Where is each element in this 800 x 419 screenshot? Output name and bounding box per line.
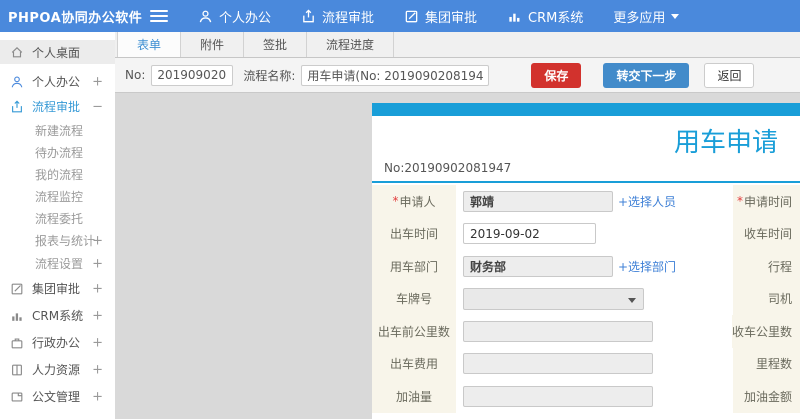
sidebar-item-crm[interactable]: CRM系统 + bbox=[0, 302, 115, 329]
home-icon bbox=[10, 45, 24, 59]
required-mark: * bbox=[392, 194, 399, 209]
book-icon bbox=[10, 363, 24, 377]
no-label: No: bbox=[125, 68, 146, 82]
flow-icon bbox=[10, 100, 24, 114]
applicant-input[interactable] bbox=[463, 190, 613, 212]
apply-time-label: * 申请时间 bbox=[733, 185, 800, 218]
sidebar-item-flow-delegate[interactable]: 流程委托 bbox=[0, 207, 115, 229]
forward-next-step-button[interactable]: 转交下一步 bbox=[603, 62, 690, 88]
trip-cost-label: 出车费用 bbox=[372, 347, 456, 380]
sidebar-item-report-stats[interactable]: 报表与统计 + bbox=[0, 229, 115, 252]
end-mileage-label: 收车公里数 bbox=[731, 315, 800, 348]
fuel-amount-label: 加油量 bbox=[372, 380, 456, 413]
tab-bar: 表单 附件 签批 流程进度 bbox=[115, 32, 800, 58]
nav-group-approval[interactable]: 集团审批 bbox=[404, 7, 477, 26]
expand-icon[interactable]: + bbox=[92, 282, 103, 295]
depart-time-label: 出车时间 bbox=[372, 217, 456, 250]
driver-label: 司机 bbox=[733, 282, 800, 315]
caret-down-icon bbox=[628, 297, 636, 303]
expand-icon[interactable]: + bbox=[92, 75, 103, 88]
form-no-text: No:20190902081947 bbox=[384, 161, 512, 175]
document-icon bbox=[10, 390, 24, 404]
applicant-label: * 申请人 bbox=[372, 185, 456, 218]
start-mileage-input[interactable] bbox=[462, 320, 653, 342]
briefcase-icon bbox=[10, 336, 24, 350]
sidebar-item-group-approval[interactable]: 集团审批 + bbox=[0, 275, 115, 302]
form-row: 出车时间 收车时间 bbox=[372, 217, 800, 250]
depart-time-input[interactable] bbox=[463, 223, 596, 245]
form-header-strip bbox=[372, 103, 800, 116]
user-icon bbox=[10, 75, 24, 89]
sidebar-item-desktop[interactable]: 个人桌面 bbox=[0, 40, 115, 64]
department-input[interactable] bbox=[463, 255, 613, 277]
expand-icon[interactable]: + bbox=[92, 336, 103, 349]
sidebar-item-flow-monitor[interactable]: 流程监控 bbox=[0, 185, 115, 207]
menu-icon[interactable] bbox=[150, 10, 168, 22]
tab-form[interactable]: 表单 bbox=[117, 32, 182, 57]
sidebar-item-new-flow[interactable]: 新建流程 bbox=[0, 119, 115, 141]
sidebar: 个人桌面 个人办公 + 流程审批 − 新建流程 待办流程 我的流程 流程监控 流… bbox=[0, 32, 115, 419]
expand-icon[interactable]: + bbox=[92, 257, 103, 270]
form-row: 加油量 加油金额 bbox=[372, 380, 800, 413]
sidebar-item-workflow[interactable]: 流程审批 − bbox=[0, 94, 115, 119]
form-title: 用车申请 bbox=[674, 128, 779, 158]
form-row: 用车部门 +选择部门 行程 bbox=[372, 250, 800, 283]
flow-icon bbox=[301, 8, 316, 24]
expand-icon[interactable]: + bbox=[92, 309, 103, 322]
divider bbox=[372, 181, 800, 183]
tab-signoff[interactable]: 签批 bbox=[244, 32, 308, 57]
no-input[interactable] bbox=[151, 64, 234, 86]
start-mileage-label: 出车前公里数 bbox=[372, 315, 456, 348]
flow-name-label: 流程名称: bbox=[243, 68, 296, 83]
fuel-amount-input[interactable] bbox=[463, 385, 653, 407]
collapse-icon[interactable]: − bbox=[92, 100, 103, 113]
nav-personal-office[interactable]: 个人办公 bbox=[198, 7, 271, 26]
top-navbar: PHPOA协同办公软件 个人办公 流程审批 集团审批 CRM系统 更多应用 bbox=[0, 0, 800, 32]
sidebar-item-hr[interactable]: 人力资源 + bbox=[0, 356, 115, 383]
caret-down-icon bbox=[671, 13, 680, 19]
select-department-link[interactable]: +选择部门 bbox=[618, 258, 676, 275]
chart-icon bbox=[10, 309, 24, 323]
expand-icon[interactable]: + bbox=[92, 234, 103, 247]
nav-workflow[interactable]: 流程审批 bbox=[301, 7, 374, 26]
app-logo: PHPOA协同办公软件 bbox=[8, 10, 143, 26]
required-mark: * bbox=[736, 194, 743, 209]
form-row: 车牌号 司机 bbox=[372, 282, 800, 315]
trip-label: 行程 bbox=[733, 250, 800, 283]
sidebar-item-personal-office[interactable]: 个人办公 + bbox=[0, 69, 115, 94]
top-nav: 个人办公 流程审批 集团审批 CRM系统 更多应用 bbox=[198, 7, 709, 26]
plate-number-select[interactable] bbox=[463, 287, 644, 310]
trip-cost-input[interactable] bbox=[463, 353, 653, 375]
chart-icon bbox=[507, 9, 522, 24]
tab-flow-progress[interactable]: 流程进度 bbox=[307, 32, 395, 57]
plate-number-label: 车牌号 bbox=[372, 282, 456, 315]
back-button[interactable]: 返回 bbox=[704, 62, 755, 88]
sidebar-item-flow-settings[interactable]: 流程设置 + bbox=[0, 252, 115, 275]
expand-icon[interactable]: + bbox=[92, 363, 103, 376]
save-button[interactable]: 保存 bbox=[531, 62, 582, 88]
nav-crm[interactable]: CRM系统 bbox=[507, 7, 583, 26]
select-person-link[interactable]: +选择人员 bbox=[618, 193, 676, 210]
return-time-label: 收车时间 bbox=[733, 217, 800, 250]
form-row: 出车费用 里程数 bbox=[372, 347, 800, 380]
nav-more-apps[interactable]: 更多应用 bbox=[613, 7, 680, 26]
sidebar-item-my-flow[interactable]: 我的流程 bbox=[0, 163, 115, 185]
sidebar-item-documents[interactable]: 公文管理 + bbox=[0, 383, 115, 410]
edit-icon bbox=[10, 282, 24, 296]
department-label: 用车部门 bbox=[372, 250, 456, 283]
toolbar: No: 流程名称: 保存 转交下一步 返回 bbox=[115, 58, 800, 93]
form-row: 出车前公里数 收车公里数 bbox=[372, 315, 800, 348]
mileage-label: 里程数 bbox=[733, 347, 800, 380]
flow-name-input[interactable] bbox=[301, 64, 490, 86]
expand-icon[interactable]: + bbox=[92, 390, 103, 403]
tab-attachments[interactable]: 附件 bbox=[181, 32, 245, 57]
user-icon bbox=[198, 9, 213, 24]
edit-icon bbox=[404, 9, 419, 24]
form-panel: 用车申请 No:20190902081947 *申请人 +选择人员 *申请时间 … bbox=[372, 103, 800, 419]
sidebar-item-admin-office[interactable]: 行政办公 + bbox=[0, 329, 115, 356]
form-table: *申请人 +选择人员 *申请时间 出车时间 收车时间 用车部门 +选择部门 bbox=[372, 185, 800, 413]
sidebar-item-pending-flow[interactable]: 待办流程 bbox=[0, 141, 115, 163]
form-row: *申请人 +选择人员 *申请时间 bbox=[372, 185, 800, 218]
fuel-cost-label: 加油金额 bbox=[733, 380, 800, 413]
